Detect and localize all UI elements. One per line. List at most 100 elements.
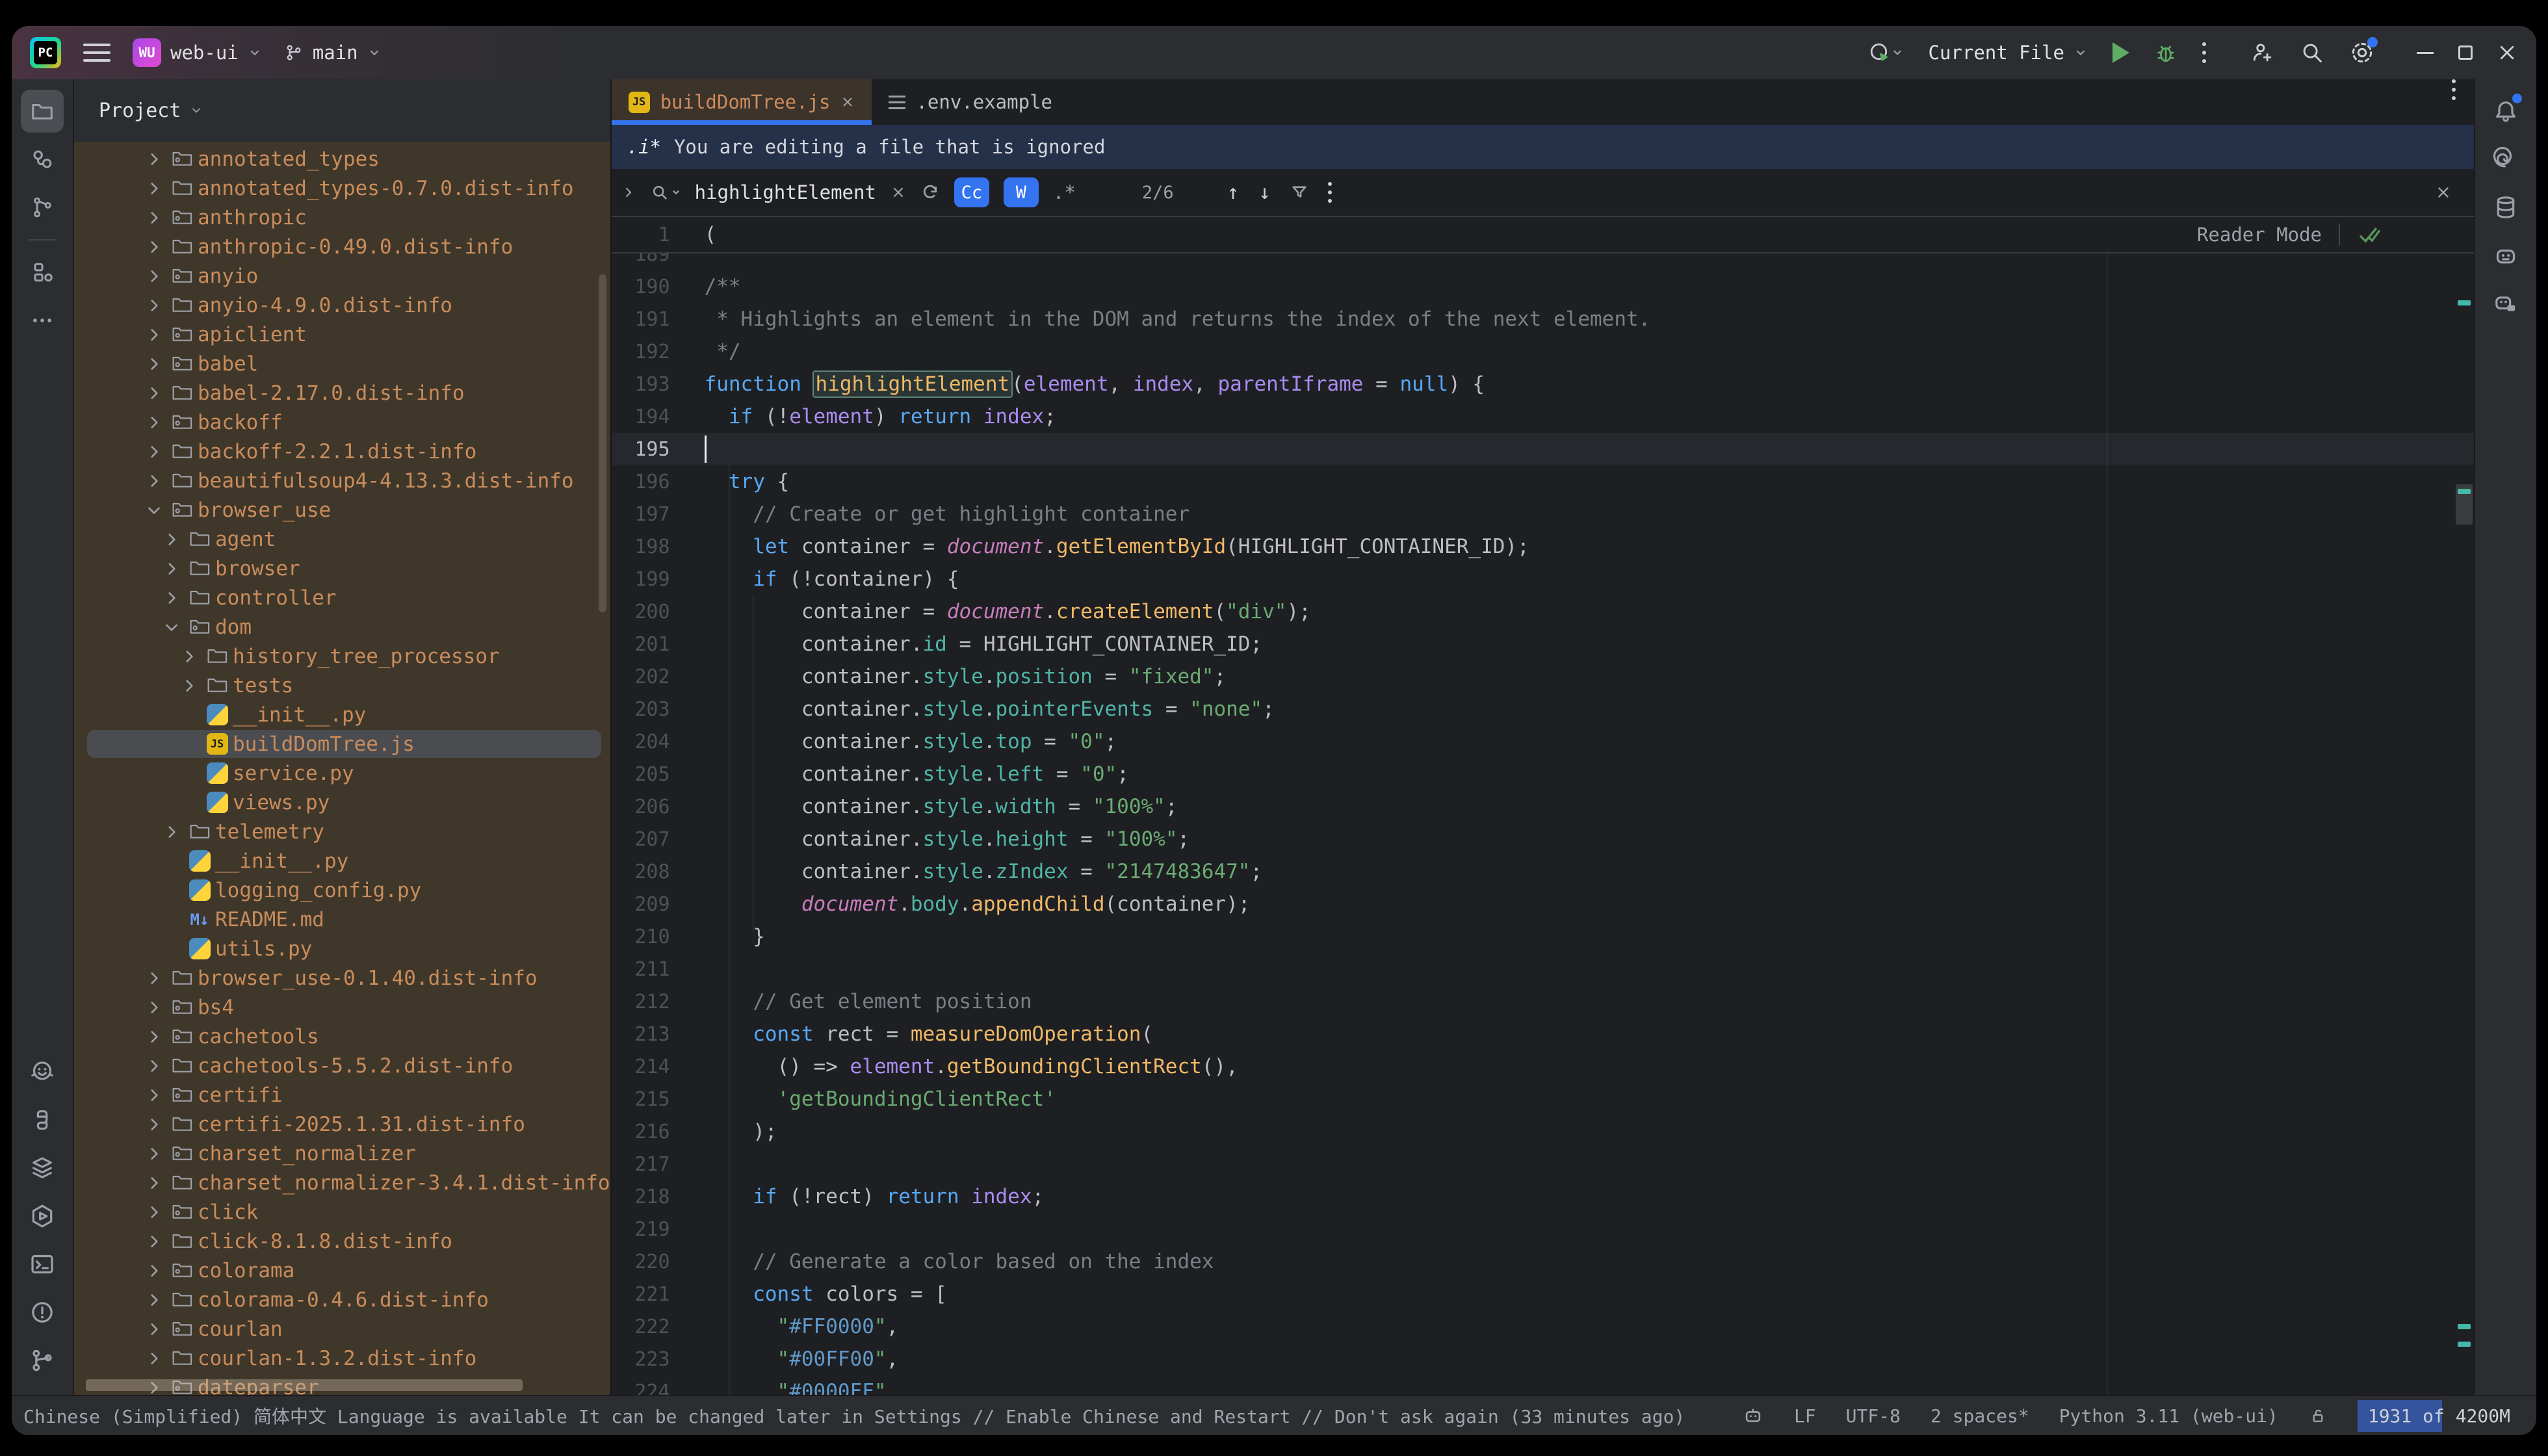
tree-item[interactable]: M↓README.md <box>74 905 610 934</box>
chevron-right-icon[interactable] <box>177 677 202 694</box>
tree-item[interactable]: courlan <box>74 1314 610 1344</box>
search-history-icon[interactable] <box>920 183 940 202</box>
interpreter-indicator[interactable]: Python 3.11 (web-ui) <box>2059 1405 2278 1427</box>
chevron-right-icon[interactable] <box>142 151 166 168</box>
commit-graph-icon[interactable] <box>21 186 64 229</box>
services-icon[interactable] <box>21 1147 64 1190</box>
close-tab-icon[interactable] <box>840 95 855 109</box>
close-search-icon[interactable] <box>2435 184 2452 201</box>
close-button[interactable] <box>2497 43 2517 62</box>
tree-item[interactable]: cachetools-5.5.2.dist-info <box>74 1051 610 1080</box>
hugging-face-icon[interactable] <box>21 1050 64 1093</box>
chevron-right-icon[interactable] <box>142 385 166 402</box>
lock-icon[interactable] <box>2308 1406 2328 1425</box>
tree-item[interactable]: anyio-4.9.0.dist-info <box>74 291 610 320</box>
code-viewport[interactable]: 189190/**191 * Highlights an element in … <box>612 254 2474 1395</box>
inspections-ok-icon[interactable] <box>2357 222 2383 248</box>
settings-gear-icon[interactable] <box>2349 40 2375 66</box>
tree-item[interactable]: anthropic-0.49.0.dist-info <box>74 232 610 261</box>
chevron-right-icon[interactable] <box>142 1116 166 1133</box>
code-line[interactable]: 205 container.style.left = "0"; <box>612 758 2474 790</box>
reader-mode-toggle[interactable]: Reader Mode <box>2197 224 2322 246</box>
tree-horizontal-scrollbar[interactable] <box>86 1379 523 1391</box>
tree-item[interactable]: browser_use <box>74 495 610 525</box>
encoding-indicator[interactable]: UTF-8 <box>1846 1405 1901 1427</box>
project-selector[interactable]: WU web-ui <box>133 38 262 67</box>
tree-vertical-scrollbar[interactable] <box>599 274 606 612</box>
code-line[interactable]: 215 'getBoundingClientRect' <box>612 1083 2474 1115</box>
regex-toggle[interactable]: .* <box>1053 181 1076 203</box>
chevron-right-icon[interactable] <box>142 1233 166 1250</box>
code-line[interactable]: 199 if (!container) { <box>612 563 2474 595</box>
code-line[interactable]: 197 // Create or get highlight container <box>612 498 2474 530</box>
search-everywhere-icon[interactable] <box>2300 40 2324 65</box>
tab-env-example[interactable]: .env.example <box>872 79 1069 125</box>
tree-item[interactable]: agent <box>74 525 610 554</box>
chevron-right-icon[interactable] <box>142 970 166 987</box>
chevron-right-icon[interactable] <box>142 1145 166 1162</box>
chevron-right-icon[interactable] <box>159 560 184 577</box>
tree-item[interactable]: tests <box>74 671 610 700</box>
tree-item[interactable]: apiclient <box>74 320 610 349</box>
code-line[interactable]: 196 try { <box>612 465 2474 498</box>
main-menu-icon[interactable] <box>83 44 110 62</box>
tree-item[interactable]: annotated_types <box>74 144 610 174</box>
tree-item[interactable]: annotated_types-0.7.0.dist-info <box>74 174 610 203</box>
code-line[interactable]: 192 */ <box>612 335 2474 368</box>
tree-item[interactable]: history_tree_processor <box>74 642 610 671</box>
search-options-icon[interactable] <box>1328 182 1332 203</box>
tree-item[interactable]: colorama-0.4.6.dist-info <box>74 1285 610 1314</box>
indent-indicator[interactable]: 2 spaces* <box>1930 1405 2029 1427</box>
chevron-right-icon[interactable] <box>142 1262 166 1279</box>
code-line[interactable]: 202 container.style.position = "fixed"; <box>612 660 2474 693</box>
chevron-right-icon[interactable] <box>142 443 166 460</box>
chevron-right-icon[interactable] <box>159 590 184 606</box>
search-field-icon[interactable] <box>651 183 681 202</box>
code-line[interactable]: 207 container.style.height = "100%"; <box>612 823 2474 855</box>
code-line[interactable]: 216 ); <box>612 1115 2474 1148</box>
chevron-right-icon[interactable] <box>142 999 166 1016</box>
version-control-icon[interactable] <box>21 1339 64 1382</box>
tree-item[interactable]: browser <box>74 554 610 583</box>
code-line[interactable]: 220 // Generate a color based on the ind… <box>612 1245 2474 1278</box>
code-line[interactable]: 193function highlightElement(element, in… <box>612 368 2474 400</box>
code-line[interactable]: 189 <box>612 254 2474 270</box>
code-line[interactable]: 195 <box>612 433 2474 465</box>
project-tool-window-button[interactable] <box>21 90 64 133</box>
code-line[interactable]: 200 container = document.createElement("… <box>612 595 2474 628</box>
tree-item[interactable]: courlan-1.3.2.dist-info <box>74 1344 610 1373</box>
minimize-button[interactable] <box>2417 52 2434 54</box>
chevron-right-icon[interactable] <box>142 1321 166 1338</box>
chevron-right-icon[interactable] <box>159 824 184 840</box>
ai-robot-status-icon[interactable] <box>1742 1405 1764 1427</box>
chevron-right-icon[interactable] <box>142 209 166 226</box>
terminal-icon[interactable] <box>21 1243 64 1286</box>
chevron-right-icon[interactable] <box>142 414 166 431</box>
status-message[interactable]: Chinese (Simplified) 简体中文 Language is av… <box>23 1403 1685 1429</box>
chevron-right-icon[interactable] <box>142 1350 166 1367</box>
code-line[interactable]: 214 () => element.getBoundingClientRect(… <box>612 1050 2474 1083</box>
tree-item[interactable]: __init__.py <box>74 846 610 876</box>
code-line[interactable]: 191 * Highlights an element in the DOM a… <box>612 303 2474 335</box>
editor-scrollbar-stripe[interactable] <box>2453 218 2473 1395</box>
expand-search-icon[interactable] <box>621 185 636 200</box>
ai-assistant-icon[interactable] <box>2484 138 2527 181</box>
tree-item[interactable]: __init__.py <box>74 700 610 729</box>
structure-tool-window-button[interactable] <box>21 251 64 294</box>
chevron-right-icon[interactable] <box>142 1292 166 1308</box>
chevron-right-icon[interactable] <box>142 239 166 255</box>
code-line[interactable]: 198 let container = document.getElementB… <box>612 530 2474 563</box>
more-tool-windows-icon[interactable] <box>21 299 64 342</box>
tree-item[interactable]: certifi <box>74 1080 610 1110</box>
chevron-right-icon[interactable] <box>142 297 166 314</box>
code-line[interactable]: 203 container.style.pointerEvents = "non… <box>612 693 2474 725</box>
tab-options-icon[interactable] <box>2452 79 2456 125</box>
tree-item[interactable]: views.py <box>74 788 610 817</box>
code-line[interactable]: 217 <box>612 1148 2474 1180</box>
chevron-right-icon[interactable] <box>142 1204 166 1221</box>
tree-item[interactable]: anyio <box>74 261 610 291</box>
chevron-right-icon[interactable] <box>142 1175 166 1191</box>
chevron-right-icon[interactable] <box>142 356 166 372</box>
debug-button[interactable] <box>2154 41 2178 64</box>
tree-item[interactable]: logging_config.py <box>74 876 610 905</box>
